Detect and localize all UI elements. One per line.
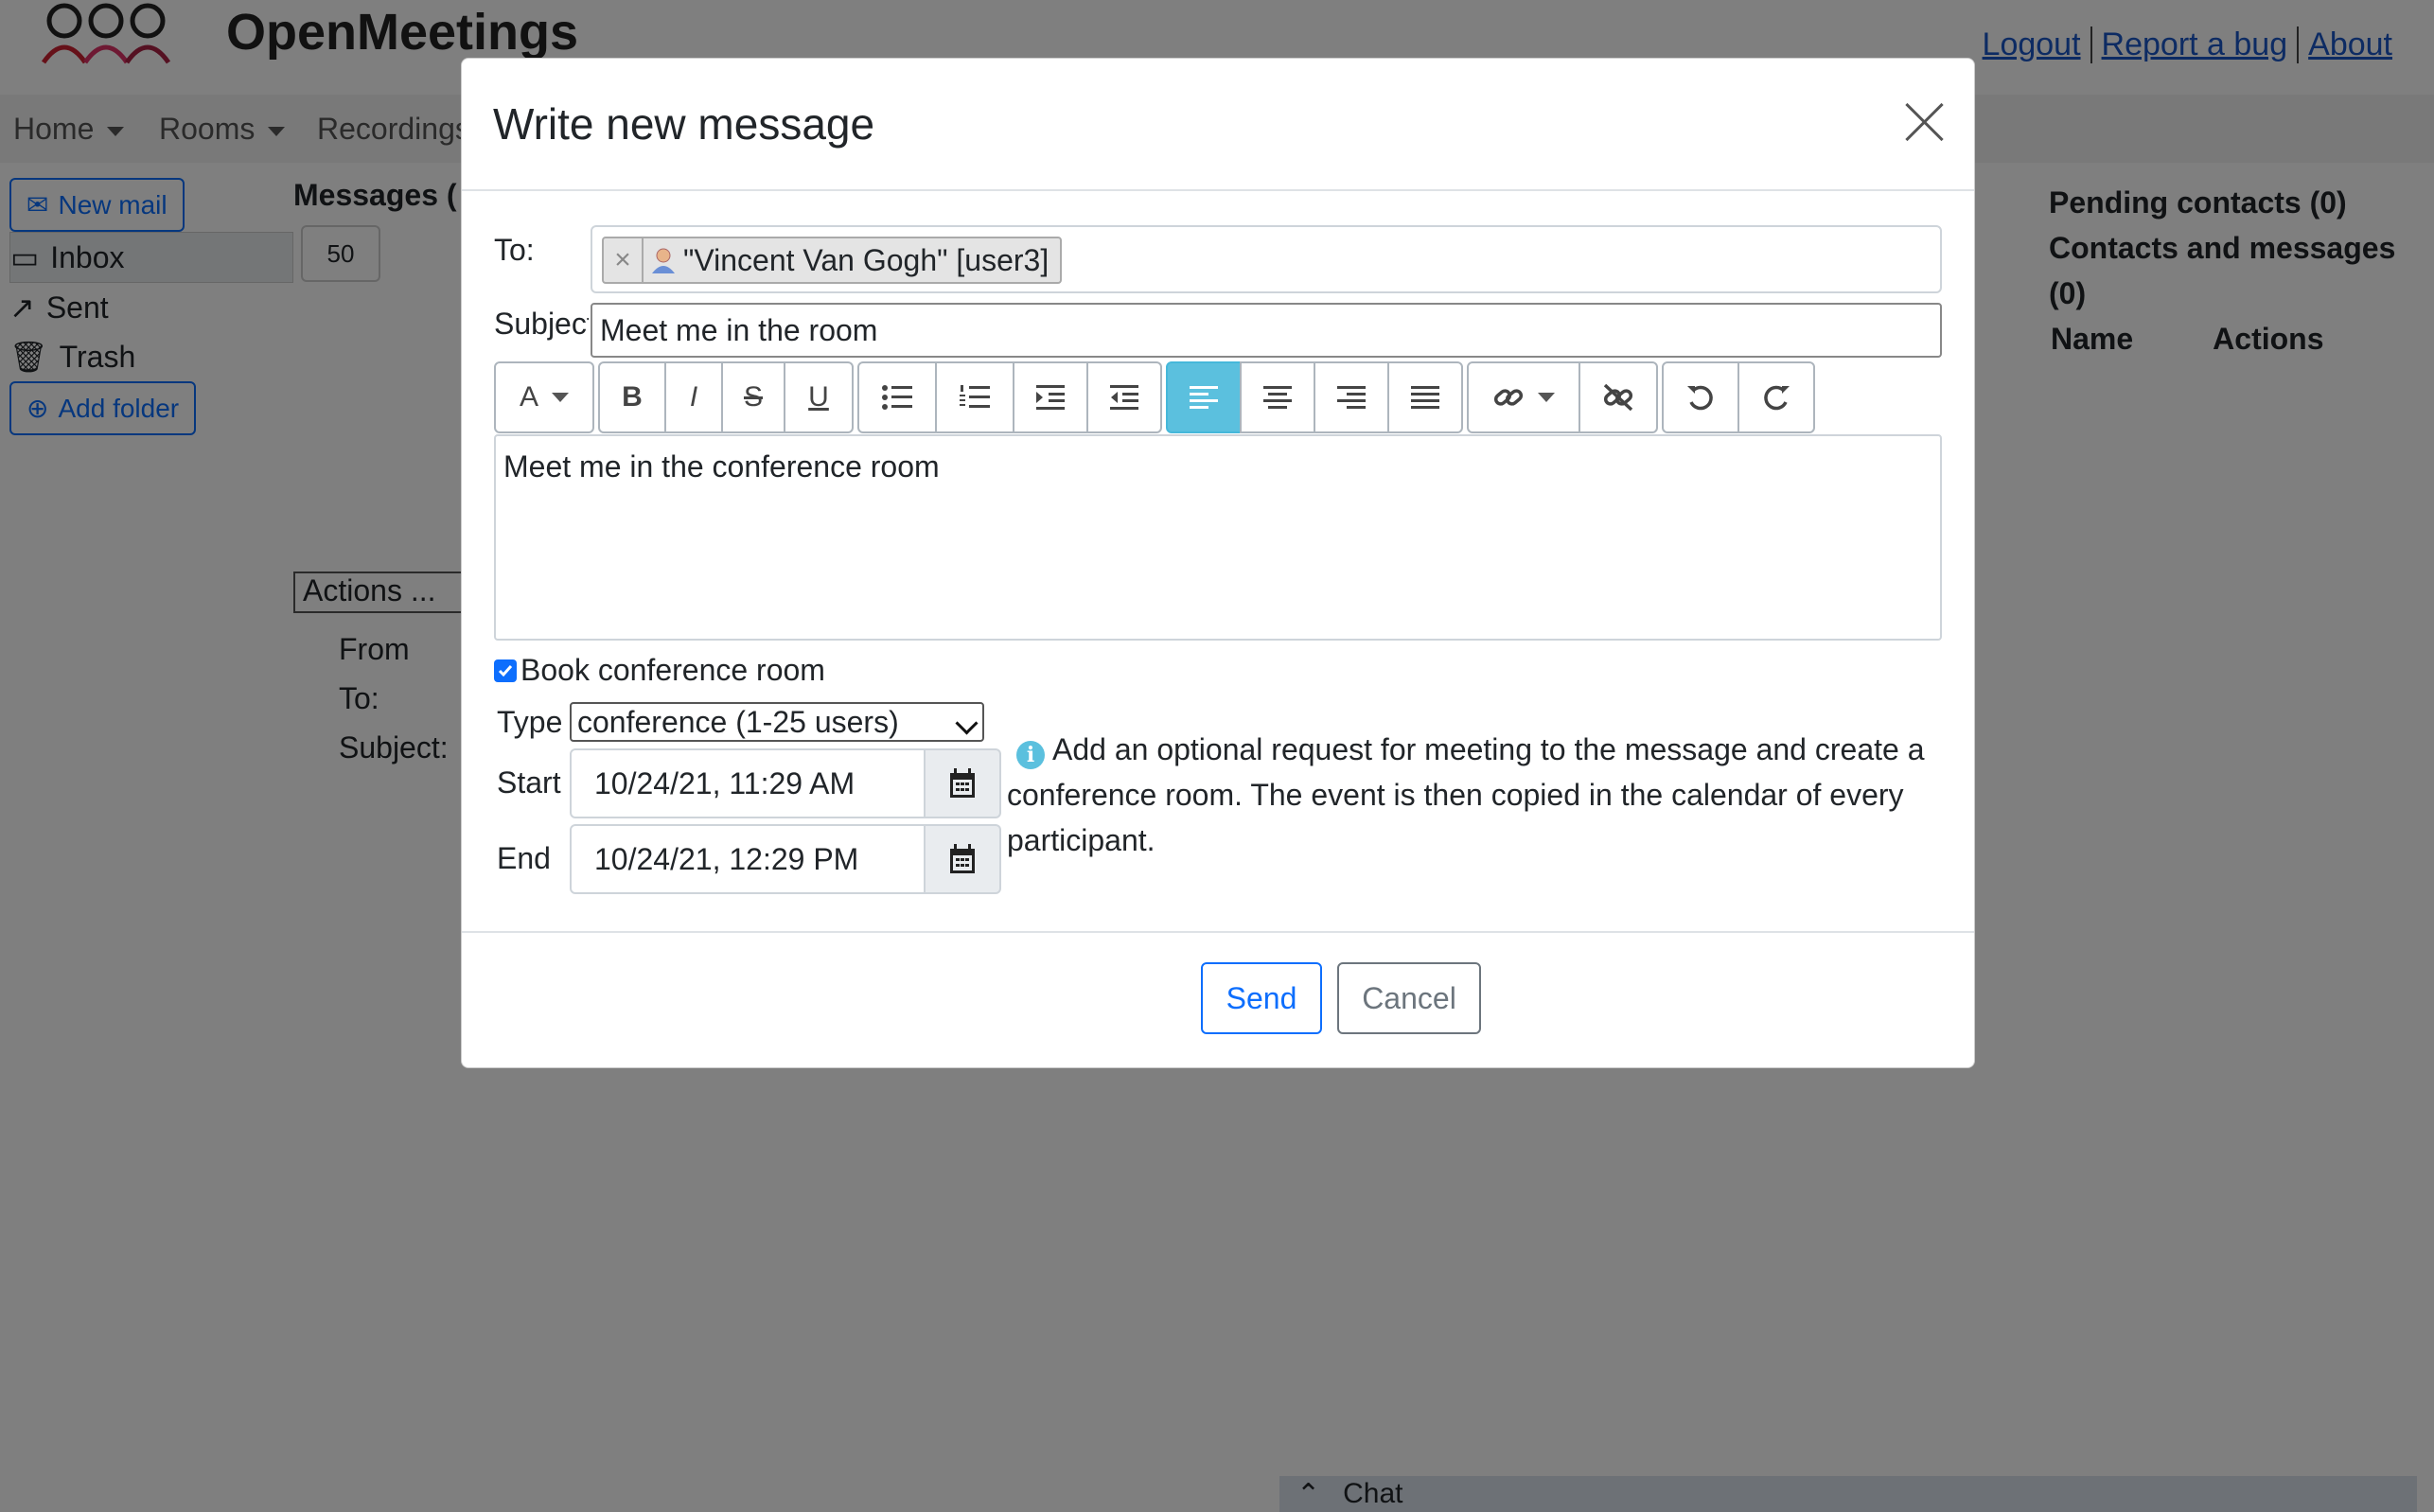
end-datetime-group: 10/24/21, 12:29 PM — [570, 824, 1001, 894]
dialog-header: Write new message — [462, 59, 1974, 191]
list-ul-icon — [882, 385, 912, 410]
cancel-button[interactable]: Cancel — [1337, 962, 1481, 1034]
align-left-icon — [1190, 386, 1218, 409]
strikethrough-button[interactable]: S — [721, 361, 785, 433]
start-datetime-group: 10/24/21, 11:29 AM — [570, 748, 1001, 818]
undo-button[interactable] — [1662, 361, 1739, 433]
unlink-button[interactable] — [1579, 361, 1658, 433]
align-right-icon — [1337, 386, 1366, 409]
outdent-icon — [1110, 385, 1138, 410]
subject-label: Subject — [494, 307, 589, 341]
chevron-down-icon — [1538, 393, 1555, 402]
send-button[interactable]: Send — [1201, 962, 1322, 1034]
message-body-editor[interactable]: Meet me in the conference room — [494, 434, 1942, 641]
recipient-name: "Vincent Van Gogh" [user3] — [683, 242, 1049, 277]
editor-toolbar: A B I S U — [494, 361, 1819, 433]
meeting-info-text: Add an optional request for meeting to t… — [1007, 732, 1925, 857]
close-icon[interactable] — [1900, 98, 1948, 146]
font-letter-icon: A — [519, 381, 538, 413]
user-icon — [652, 248, 675, 273]
numbered-list-button[interactable] — [935, 361, 1014, 433]
redo-button[interactable] — [1737, 361, 1815, 433]
align-justify-icon — [1411, 386, 1439, 409]
checkmark-icon — [498, 664, 513, 677]
indent-icon — [1036, 385, 1065, 410]
align-right-button[interactable] — [1314, 361, 1389, 433]
dialog-title: Write new message — [493, 99, 875, 149]
italic-button[interactable]: I — [664, 361, 723, 433]
align-center-button[interactable] — [1240, 361, 1315, 433]
indent-button[interactable] — [1013, 361, 1088, 433]
meeting-info: i Add an optional request for meeting to … — [1007, 727, 1944, 863]
undo-icon — [1687, 385, 1713, 411]
align-center-icon — [1263, 386, 1292, 409]
room-type-value: conference (1-25 users) — [577, 704, 899, 739]
bold-button[interactable]: B — [598, 361, 666, 433]
unlink-icon — [1603, 383, 1633, 412]
start-label: Start — [497, 765, 561, 800]
insert-link-button[interactable] — [1467, 361, 1580, 433]
subject-input[interactable] — [591, 303, 1942, 358]
calendar-icon — [950, 768, 976, 798]
justify-button[interactable] — [1387, 361, 1463, 433]
recipient-tag: × "Vincent Van Gogh" [user3] — [602, 237, 1063, 284]
remove-recipient-icon[interactable]: × — [604, 238, 644, 282]
bullet-list-button[interactable] — [857, 361, 937, 433]
info-icon: i — [1016, 741, 1045, 769]
end-label: End — [497, 841, 551, 875]
recipients-field[interactable]: × "Vincent Van Gogh" [user3] — [591, 225, 1942, 293]
list-ol-icon — [960, 385, 990, 408]
room-type-select[interactable]: conference (1-25 users) — [570, 702, 984, 742]
outdent-button[interactable] — [1086, 361, 1162, 433]
font-style-button[interactable]: A — [494, 361, 594, 433]
align-left-button[interactable] — [1166, 361, 1242, 433]
redo-icon — [1764, 385, 1790, 411]
calendar-icon — [950, 844, 976, 873]
type-label: Type — [497, 705, 563, 739]
underline-button[interactable]: U — [784, 361, 854, 433]
book-room-label: Book conference room — [520, 653, 825, 687]
to-label: To: — [494, 233, 535, 267]
end-calendar-button[interactable] — [926, 824, 1001, 894]
chevron-down-icon — [552, 393, 569, 402]
book-conference-room[interactable]: Book conference room — [494, 653, 825, 688]
start-datetime-input[interactable]: 10/24/21, 11:29 AM — [570, 748, 926, 818]
book-room-checkbox[interactable] — [494, 659, 517, 682]
chevron-down-icon — [955, 712, 979, 735]
link-icon — [1493, 389, 1524, 406]
start-calendar-button[interactable] — [926, 748, 1001, 818]
write-message-dialog: Write new message To: × "Vincent Van Gog… — [461, 58, 1975, 1068]
end-datetime-input[interactable]: 10/24/21, 12:29 PM — [570, 824, 926, 894]
